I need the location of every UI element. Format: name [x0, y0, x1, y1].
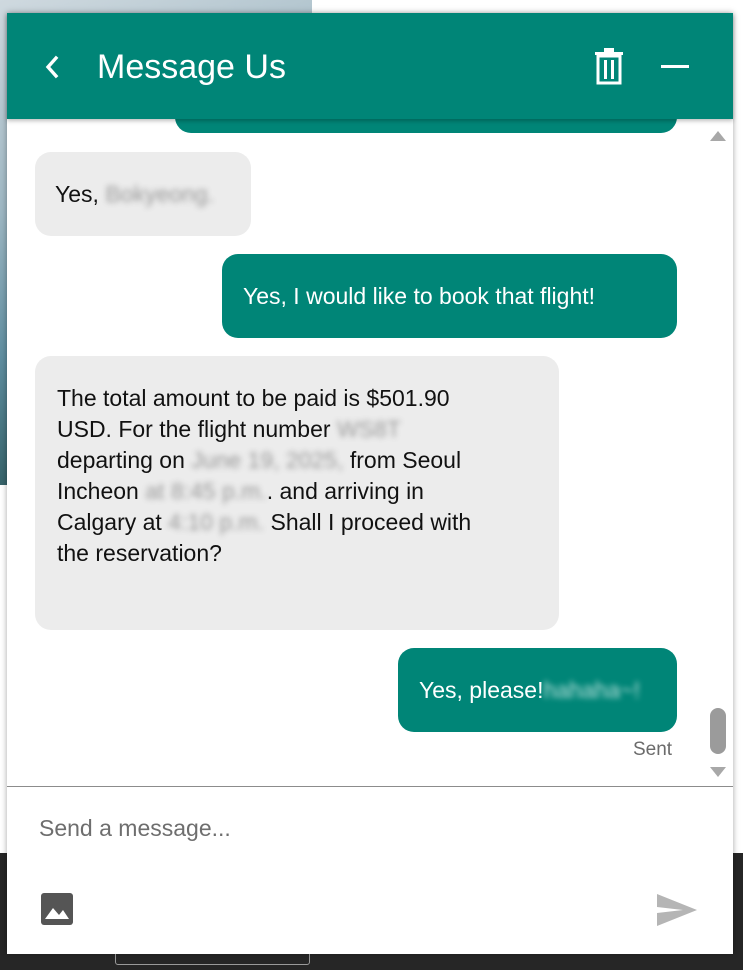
message-text: Yes, — [55, 181, 99, 207]
redacted-text: 4:10 p.m. — [168, 509, 265, 535]
scroll-up-arrow-icon[interactable] — [710, 131, 726, 141]
message-input[interactable] — [37, 807, 681, 849]
sent-status: Sent — [633, 739, 673, 760]
minimize-icon[interactable] — [661, 63, 689, 71]
message-text: Yes, I would like to book that flight! — [243, 283, 596, 309]
redacted-text: at 8:45 p.m. — [145, 478, 267, 504]
trash-icon[interactable] — [593, 47, 625, 85]
chat-widget: Message Us Yes, Bokyeong. Yes, I would l… — [7, 13, 733, 954]
message-user-book: Yes, I would like to book that flight! — [222, 254, 677, 338]
message-list[interactable]: Yes, Bokyeong. Yes, I would like to book… — [7, 119, 733, 786]
message-user-partial — [175, 119, 677, 133]
redacted-text: WS8T — [336, 416, 401, 442]
message-text: Yes, please! — [419, 677, 544, 703]
scrollbar[interactable] — [707, 119, 729, 786]
send-icon[interactable] — [655, 891, 699, 929]
message-user-please: Yes, please! hahaha~! — [398, 648, 677, 732]
message-line: USD. For the flight number WS8T — [57, 414, 537, 445]
message-agent-total: The total amount to be paid is $501.90 U… — [35, 356, 559, 630]
message-line: Calgary at 4:10 p.m. Shall I proceed wit… — [57, 507, 537, 538]
message-line: Incheon at 8:45 p.m.. and arriving in — [57, 476, 537, 507]
chat-header: Message Us — [7, 13, 733, 119]
message-line: the reservation? — [57, 540, 222, 566]
redacted-text: Bokyeong. — [105, 181, 215, 207]
message-line: The total amount to be paid is $501.90 — [57, 385, 450, 411]
message-agent-name: Yes, Bokyeong. — [35, 152, 251, 236]
redacted-text: hahaha~! — [543, 677, 641, 703]
scroll-thumb[interactable] — [710, 708, 726, 754]
image-icon[interactable] — [39, 891, 75, 927]
redacted-text: June 19, 2025, — [191, 447, 344, 473]
header-title: Message Us — [97, 48, 286, 86]
message-composer — [7, 786, 733, 954]
scroll-down-arrow-icon[interactable] — [710, 767, 726, 777]
message-line: departing on June 19, 2025, from Seoul — [57, 445, 537, 476]
chevron-left-icon[interactable] — [39, 51, 65, 83]
